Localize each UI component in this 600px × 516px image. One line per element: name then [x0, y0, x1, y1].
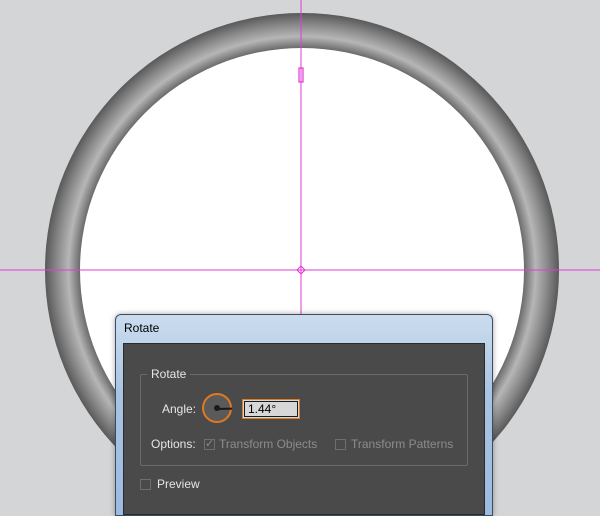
- dialog-title[interactable]: Rotate: [116, 315, 492, 341]
- angle-label: Angle:: [162, 402, 197, 416]
- rotate-group-box: [140, 374, 468, 466]
- dialog-body: Rotate Angle: 1.44° Options: Transform O…: [123, 343, 485, 515]
- rotate-group-title: Rotate: [147, 367, 191, 381]
- angle-dial-center: [214, 405, 220, 411]
- options-label: Options:: [151, 437, 196, 451]
- angle-input[interactable]: 1.44°: [242, 399, 300, 419]
- rotate-dialog: Rotate Rotate Angle: 1.44° Options: Tran…: [115, 314, 493, 516]
- preview-checkbox[interactable]: [140, 479, 151, 490]
- preview-label[interactable]: Preview: [157, 477, 200, 491]
- transform-patterns-checkbox[interactable]: [335, 439, 346, 450]
- transform-patterns-label[interactable]: Transform Patterns: [351, 437, 453, 451]
- angle-dial-icon[interactable]: [202, 393, 233, 423]
- transform-objects-checkbox[interactable]: [204, 437, 215, 450]
- transform-objects-label[interactable]: Transform Objects: [219, 437, 317, 451]
